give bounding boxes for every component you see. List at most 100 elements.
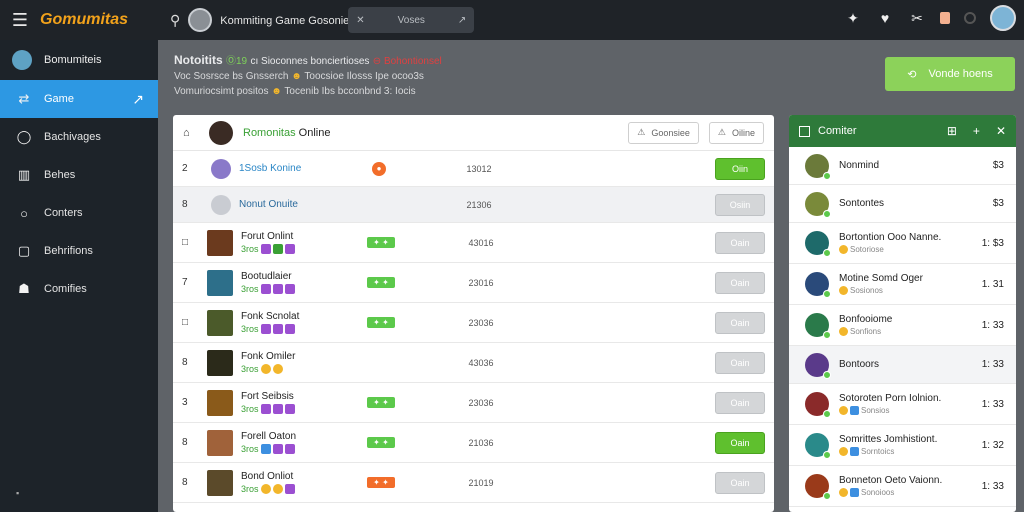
notice-subtitle: cı Sioconnes bonciertioses bbox=[250, 56, 370, 67]
player-cell: Fonk Scnolat 3ros bbox=[241, 311, 351, 334]
sidebar-item-comifies[interactable]: ☗ Comifies bbox=[0, 270, 158, 308]
sidebar-item-bachivages[interactable]: ◯ Bachivages bbox=[0, 118, 158, 156]
chat-icon bbox=[850, 447, 859, 456]
table-row[interactable]: 3 Fort Seibsis 3ros ✦ ✦ 23036 Oain bbox=[173, 383, 774, 423]
online-dot bbox=[823, 290, 831, 298]
notice-area: Notoitits Ⓞ19 cı Sioconnes bonciertioses… bbox=[174, 52, 734, 97]
tag-icon bbox=[272, 284, 283, 294]
table-row[interactable]: 8 Forell Oaton 3ros ✦ ✦ 21036 Oain bbox=[173, 423, 774, 463]
users-icon: ☗ bbox=[18, 281, 30, 296]
table-row[interactable]: 8 Nonut Onuite 21306 Osiin bbox=[173, 187, 774, 223]
friend-item[interactable]: Somrittes Jomhistiont. Sorntoics 1: 32 bbox=[789, 425, 1016, 466]
footer-dot: ▪ bbox=[16, 488, 20, 498]
friend-item[interactable]: Sontontes $3 bbox=[789, 185, 1016, 223]
sidebar-user[interactable]: Bomumiteis bbox=[0, 40, 158, 80]
players-panel: ⌂ Romonitas Online ⚠ Goonsiee ⚠ Oiline 2… bbox=[173, 115, 774, 512]
page-icon: ▢ bbox=[17, 243, 31, 258]
friend-value: 1: 32 bbox=[981, 439, 1004, 451]
add-icon[interactable]: + bbox=[973, 124, 980, 138]
friend-cell: Somrittes Jomhistiont. Sorntoics bbox=[839, 434, 982, 456]
friend-item[interactable]: Bonneton Oeto Vaionn. Sonoioos 1: 33 bbox=[789, 466, 1016, 507]
invite-button[interactable]: ⟲ Vonde hoens bbox=[885, 57, 1015, 91]
online-pill: ✦ ✦ bbox=[367, 397, 395, 408]
smile-icon bbox=[260, 484, 271, 494]
smile-icon: ☻ bbox=[291, 71, 302, 82]
sidebar-item-game[interactable]: ⇄ Game ↗ bbox=[0, 80, 158, 118]
panel-title: Romonitas Online bbox=[243, 127, 330, 139]
player-count: 3ros bbox=[241, 284, 259, 294]
player-name: Fonk Scnolat bbox=[241, 311, 300, 322]
game-title[interactable]: Kommiting Game Gosonie ▾ bbox=[220, 14, 358, 27]
sidebar-item-label: Behes bbox=[44, 169, 76, 181]
avatar bbox=[12, 50, 32, 70]
sidebar-item-conters[interactable]: ○ Conters bbox=[0, 194, 158, 232]
player-name: Bootudlaier bbox=[241, 271, 292, 282]
table-row[interactable]: □ Fonk Scnolat 3ros ✦ ✦ 23036 Oain bbox=[173, 303, 774, 343]
friend-item[interactable]: Bonfooiome Sonfions 1: 33 bbox=[789, 305, 1016, 346]
avatar bbox=[211, 158, 231, 179]
friend-value: 1: 33 bbox=[981, 480, 1004, 492]
sidebar-item-behrifions[interactable]: ▢ Behrifions bbox=[0, 232, 158, 270]
tools-icon[interactable]: ✂ bbox=[908, 10, 926, 27]
friend-item[interactable]: Sotoroten Porn Iolnion. Sonsios 1: 33 bbox=[789, 384, 1016, 425]
online-button[interactable]: ⚠ Oiline bbox=[708, 121, 764, 144]
location-icon[interactable]: ♥ bbox=[876, 10, 894, 26]
table-row[interactable]: 8 Bond Onliot 3ros ✦ ✦ 21019 Oain bbox=[173, 463, 774, 503]
row-rank: □ bbox=[182, 317, 189, 328]
friend-item[interactable]: Nonmind $3 bbox=[789, 147, 1016, 185]
join-button[interactable]: Oain bbox=[715, 471, 765, 494]
player-name: Bond Onliot bbox=[241, 471, 294, 482]
player-cell: Forut Onlint 3ros bbox=[241, 231, 351, 254]
search-icon[interactable]: ⚲ bbox=[170, 12, 180, 29]
close-icon[interactable]: ✕ bbox=[996, 124, 1006, 138]
sidebar-item-behes[interactable]: ▥ Behes bbox=[0, 156, 158, 194]
friend-status-text: Sotoriose bbox=[850, 245, 884, 254]
player-tags: 3ros bbox=[241, 444, 351, 454]
player-score: 23036 bbox=[468, 317, 494, 328]
friend-cell: Motine Somd Oger Sosionos bbox=[839, 273, 982, 295]
menu-icon[interactable]: ☰ bbox=[0, 10, 40, 31]
tag-icon bbox=[284, 444, 295, 454]
sidebar-item-label: Conters bbox=[44, 207, 83, 219]
game-avatar[interactable] bbox=[188, 8, 213, 32]
join-button[interactable]: Osiin bbox=[715, 193, 765, 216]
join-button[interactable]: Oiin bbox=[715, 157, 765, 180]
friend-cell: Sotoroten Porn Iolnion. Sonsios bbox=[839, 393, 982, 415]
player-tags: 3ros bbox=[241, 404, 351, 414]
join-button[interactable]: Oain bbox=[715, 311, 765, 334]
friend-item[interactable]: Bortontion Ooo Nanne. Sotoriose 1: $3 bbox=[789, 223, 1016, 264]
filter-button[interactable]: ⚠ Goonsiee bbox=[628, 121, 699, 144]
user-avatar[interactable] bbox=[990, 5, 1016, 31]
tag-icon bbox=[272, 404, 283, 414]
notification-badge[interactable] bbox=[940, 12, 950, 24]
home-icon[interactable]: ⌂ bbox=[183, 127, 197, 139]
join-button[interactable]: Oain bbox=[715, 271, 765, 294]
player-score: 21306 bbox=[466, 199, 492, 210]
table-row[interactable]: 7 Bootudlaier 3ros ✦ ✦ 23016 Oain bbox=[173, 263, 774, 303]
select-checkbox[interactable] bbox=[799, 125, 810, 137]
friends-panel: Comiter ⊞ + ✕ Nonmind $3 Sontontes $3 Bo… bbox=[789, 115, 1016, 512]
player-name: Forut Onlint bbox=[241, 231, 294, 242]
online-dot bbox=[823, 451, 831, 459]
pin-icon[interactable]: ✦ bbox=[844, 10, 862, 27]
status-icon[interactable] bbox=[964, 12, 976, 24]
join-button[interactable]: Oain bbox=[715, 231, 765, 254]
table-row[interactable]: 2 1Sosb Konine ● 13012 Oiin bbox=[173, 151, 774, 187]
join-button[interactable]: Oain bbox=[715, 431, 765, 454]
join-button[interactable]: Oain bbox=[715, 391, 765, 414]
player-cell: Fort Seibsis 3ros bbox=[241, 391, 351, 414]
tag-icon bbox=[284, 284, 295, 294]
table-row[interactable]: □ Forut Onlint 3ros ✦ ✦ 43016 Oain bbox=[173, 223, 774, 263]
grid-icon[interactable]: ⊞ bbox=[947, 124, 957, 138]
friend-item[interactable]: Motine Somd Oger Sosionos 1. 31 bbox=[789, 264, 1016, 305]
table-row[interactable]: 8 Fonk Omiler 3ros 43036 Oain bbox=[173, 343, 774, 383]
app-logo[interactable]: Gomumitas bbox=[40, 11, 158, 29]
sidebar: Bomumiteis ⇄ Game ↗ ◯ Bachivages ▥ Behes… bbox=[0, 40, 158, 512]
notice-line-2: Vomuriocsimt positos ☻ Tocenib Ibs bccon… bbox=[174, 86, 734, 97]
friend-item[interactable]: Bontoors 1: 33 bbox=[789, 346, 1016, 384]
friend-name: Sotoroten Porn Iolnion. bbox=[839, 393, 942, 404]
player-cell: Bond Onliot 3ros bbox=[241, 471, 351, 494]
avatar bbox=[805, 313, 831, 339]
search-box[interactable]: ✕ Voses ↗ bbox=[348, 7, 475, 33]
join-button[interactable]: Oain bbox=[715, 351, 765, 374]
